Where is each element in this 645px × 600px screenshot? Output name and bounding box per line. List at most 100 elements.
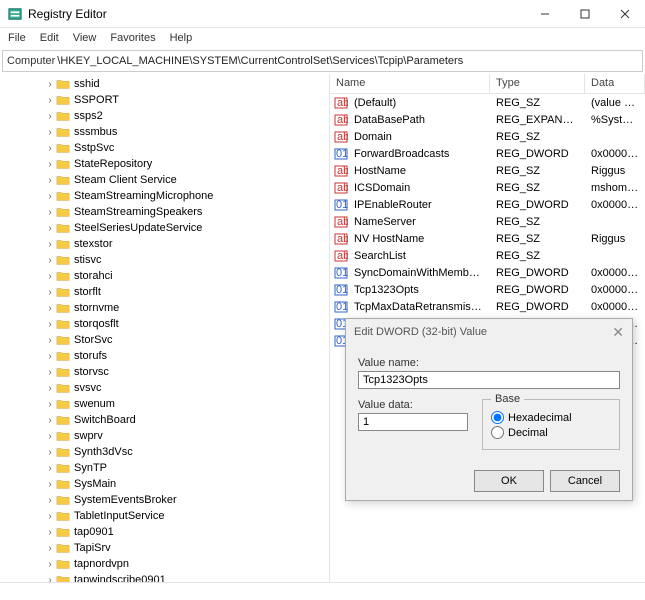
- tree-item[interactable]: ›sssmbus: [4, 124, 329, 140]
- tree-item[interactable]: ›storufs: [4, 348, 329, 364]
- expand-toggle[interactable]: ›: [44, 575, 56, 583]
- statusbar: [0, 582, 645, 600]
- expand-toggle[interactable]: ›: [44, 335, 56, 346]
- list-row[interactable]: abHostNameREG_SZRiggus: [330, 162, 645, 179]
- expand-toggle[interactable]: ›: [44, 223, 56, 234]
- tree-item[interactable]: ›storvsc: [4, 364, 329, 380]
- dialog-titlebar[interactable]: Edit DWORD (32-bit) Value ✕: [346, 319, 632, 345]
- tree-item[interactable]: ›ssps2: [4, 108, 329, 124]
- expand-toggle[interactable]: ›: [44, 431, 56, 442]
- list-row[interactable]: abNV HostNameREG_SZRiggus: [330, 230, 645, 247]
- expand-toggle[interactable]: ›: [44, 319, 56, 330]
- expand-toggle[interactable]: ›: [44, 383, 56, 394]
- expand-toggle[interactable]: ›: [44, 191, 56, 202]
- address-bar[interactable]: Computer\HKEY_LOCAL_MACHINE\SYSTEM\Curre…: [2, 50, 643, 72]
- value-data-input[interactable]: [358, 413, 468, 431]
- col-name[interactable]: Name: [330, 74, 490, 93]
- expand-toggle[interactable]: ›: [44, 495, 56, 506]
- list-row[interactable]: abDataBasePathREG_EXPAND_SZ%SystemRoot%\…: [330, 111, 645, 128]
- maximize-button[interactable]: [565, 0, 605, 28]
- expand-toggle[interactable]: ›: [44, 95, 56, 106]
- tree-item[interactable]: ›stexstor: [4, 236, 329, 252]
- radio-hex[interactable]: [491, 411, 504, 424]
- tree-item[interactable]: ›SstpSvc: [4, 140, 329, 156]
- list-row[interactable]: 011SyncDomainWithMembersh...REG_DWORD0x0…: [330, 264, 645, 281]
- expand-toggle[interactable]: ›: [44, 111, 56, 122]
- tree-item-label: StateRepository: [74, 158, 152, 170]
- expand-toggle[interactable]: ›: [44, 79, 56, 90]
- col-type[interactable]: Type: [490, 74, 585, 93]
- expand-toggle[interactable]: ›: [44, 159, 56, 170]
- dialog-close-icon[interactable]: ✕: [612, 324, 624, 341]
- list-row[interactable]: 011Tcp1323OptsREG_DWORD0x00000000 (0): [330, 281, 645, 298]
- tree-item[interactable]: ›SynTP: [4, 460, 329, 476]
- expand-toggle[interactable]: ›: [44, 447, 56, 458]
- tree-item[interactable]: ›tapnordvpn: [4, 556, 329, 572]
- tree-view[interactable]: ›sshid›SSPORT›ssps2›sssmbus›SstpSvc › Stat…: [0, 74, 330, 582]
- tree-item[interactable]: ›storahci: [4, 268, 329, 284]
- list-row[interactable]: abDomainREG_SZ: [330, 128, 645, 145]
- expand-toggle[interactable]: ›: [44, 303, 56, 314]
- tree-item[interactable]: ›SwitchBoard: [4, 412, 329, 428]
- expand-toggle[interactable]: ›: [44, 271, 56, 282]
- list-row[interactable]: 011IPEnableRouterREG_DWORD0x00000000 (0): [330, 196, 645, 213]
- tree-item[interactable]: ›SysMain: [4, 476, 329, 492]
- tree-item[interactable]: ›StorSvc: [4, 332, 329, 348]
- close-button[interactable]: [605, 0, 645, 28]
- expand-toggle[interactable]: ›: [44, 239, 56, 250]
- expand-toggle[interactable]: ›: [44, 399, 56, 410]
- tree-item[interactable]: ›SteamStreamingMicrophone: [4, 188, 329, 204]
- expand-toggle[interactable]: ›: [44, 351, 56, 362]
- tree-item[interactable]: ›swenum: [4, 396, 329, 412]
- list-row[interactable]: abNameServerREG_SZ: [330, 213, 645, 230]
- col-data[interactable]: Data: [585, 74, 645, 93]
- expand-toggle[interactable]: ›: [44, 287, 56, 298]
- ok-button[interactable]: OK: [474, 470, 544, 492]
- list-row[interactable]: 011TcpMaxDataRetransmissionsREG_DWORD0x0…: [330, 298, 645, 315]
- list-row[interactable]: abSearchListREG_SZ: [330, 247, 645, 264]
- menu-view[interactable]: View: [73, 32, 97, 44]
- expand-toggle[interactable]: ›: [44, 527, 56, 538]
- expand-toggle[interactable]: ›: [44, 127, 56, 138]
- expand-toggle[interactable]: ›: [44, 511, 56, 522]
- expand-toggle[interactable]: ›: [44, 143, 56, 154]
- tree-item[interactable]: ›swprv: [4, 428, 329, 444]
- expand-toggle[interactable]: ›: [44, 415, 56, 426]
- expand-toggle[interactable]: ›: [44, 255, 56, 266]
- tree-item[interactable]: ›svsvc: [4, 380, 329, 396]
- tree-item[interactable]: ›stornvme: [4, 300, 329, 316]
- tree-item[interactable]: ›TabletInputService: [4, 508, 329, 524]
- expand-toggle[interactable]: ›: [44, 207, 56, 218]
- value-name-input[interactable]: [358, 371, 620, 389]
- tree-item[interactable]: ›storqosflt: [4, 316, 329, 332]
- tree-item[interactable]: ›Steam Client Service: [4, 172, 329, 188]
- menu-favorites[interactable]: Favorites: [110, 32, 155, 44]
- radio-dec[interactable]: [491, 426, 504, 439]
- cancel-button[interactable]: Cancel: [550, 470, 620, 492]
- expand-toggle[interactable]: ›: [44, 559, 56, 570]
- tree-item[interactable]: ›tap0901: [4, 524, 329, 540]
- tree-item[interactable]: ›TapiSrv: [4, 540, 329, 556]
- tree-item[interactable]: › StateRepository: [4, 156, 329, 172]
- expand-toggle[interactable]: ›: [44, 479, 56, 490]
- tree-item[interactable]: ›Synth3dVsc: [4, 444, 329, 460]
- tree-item[interactable]: ›SSPORT: [4, 92, 329, 108]
- minimize-button[interactable]: [525, 0, 565, 28]
- tree-item[interactable]: ›tapwindscribe0901: [4, 572, 329, 582]
- expand-toggle[interactable]: ›: [44, 463, 56, 474]
- expand-toggle[interactable]: ›: [44, 175, 56, 186]
- menu-edit[interactable]: Edit: [40, 32, 59, 44]
- list-row[interactable]: abICSDomainREG_SZmshome.net: [330, 179, 645, 196]
- tree-item[interactable]: ›storflt: [4, 284, 329, 300]
- expand-toggle[interactable]: ›: [44, 543, 56, 554]
- tree-item[interactable]: ›stisvc: [4, 252, 329, 268]
- menu-file[interactable]: File: [8, 32, 26, 44]
- list-row[interactable]: ab(Default)REG_SZ(value not set): [330, 94, 645, 111]
- tree-item[interactable]: ›sshid: [4, 76, 329, 92]
- expand-toggle[interactable]: ›: [44, 367, 56, 378]
- tree-item[interactable]: ›SteamStreamingSpeakers: [4, 204, 329, 220]
- tree-item[interactable]: ›SteelSeriesUpdateService: [4, 220, 329, 236]
- tree-item[interactable]: ›SystemEventsBroker: [4, 492, 329, 508]
- list-row[interactable]: 011ForwardBroadcastsREG_DWORD0x00000000 …: [330, 145, 645, 162]
- menu-help[interactable]: Help: [170, 32, 193, 44]
